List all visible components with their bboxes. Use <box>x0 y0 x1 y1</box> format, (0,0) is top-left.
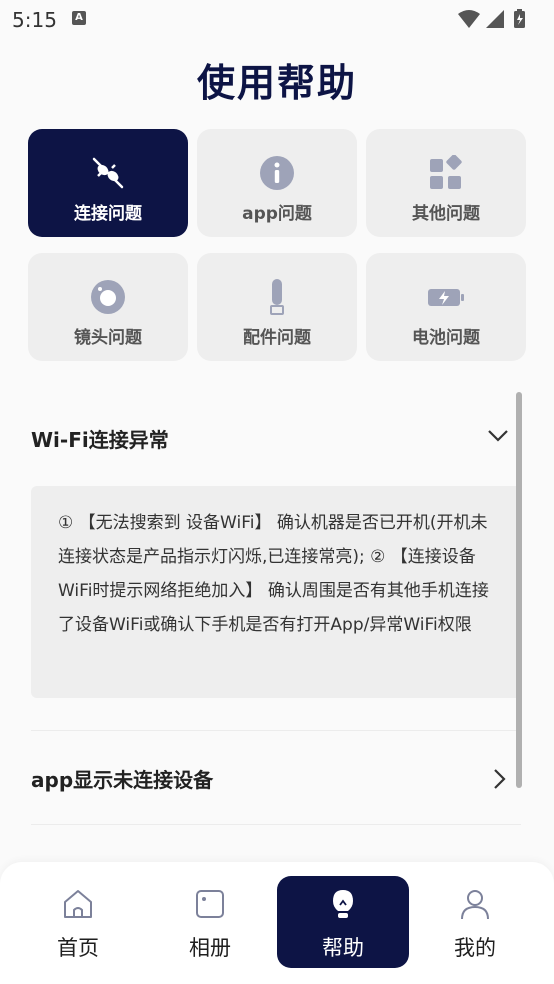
nav-label: 相册 <box>189 936 231 960</box>
category-connection[interactable]: 连接问题 <box>28 129 188 237</box>
page-title: 使用帮助 <box>196 61 357 105</box>
category-label: 电池问题 <box>412 328 480 348</box>
category-label: 连接问题 <box>74 204 142 224</box>
nav-label: 首页 <box>57 936 99 960</box>
notification-icon: A <box>72 11 86 25</box>
album-icon <box>194 888 226 920</box>
nav-label: 我的 <box>454 936 496 960</box>
nav-label: 帮助 <box>322 936 364 960</box>
category-battery[interactable]: 电池问题 <box>366 253 526 361</box>
scrollbar[interactable] <box>516 392 522 788</box>
status-icons <box>458 8 538 34</box>
category-lens[interactable]: 镜头问题 <box>28 253 188 361</box>
grid-icon <box>428 154 464 191</box>
battery-icon <box>514 9 525 28</box>
accessory-icon <box>259 279 295 315</box>
category-app[interactable]: app问题 <box>197 129 357 237</box>
nav-home[interactable]: 首页 <box>12 876 144 968</box>
info-icon <box>259 155 295 191</box>
divider <box>31 824 521 825</box>
profile-icon <box>459 888 491 920</box>
chevron-right-icon <box>493 768 507 794</box>
category-other[interactable]: 其他问题 <box>366 129 526 237</box>
chevron-down-icon <box>487 428 509 447</box>
status-bar: 5:15 A <box>0 0 554 40</box>
home-icon <box>62 888 94 920</box>
battery-icon <box>428 279 464 315</box>
category-label: 其他问题 <box>412 204 480 224</box>
nav-profile[interactable]: 我的 <box>409 876 541 968</box>
signal-icon <box>486 10 504 28</box>
status-time: 5:15 <box>12 8 57 32</box>
faq-item-not-connected[interactable]: app显示未连接设备 <box>31 764 521 792</box>
plug-icon <box>90 155 126 191</box>
category-accessory[interactable]: 配件问题 <box>197 253 357 361</box>
nav-help[interactable]: 帮助 <box>277 876 409 968</box>
nav-album[interactable]: 相册 <box>144 876 276 968</box>
divider <box>31 730 521 731</box>
faq-title: Wi-Fi连接异常 <box>31 428 169 452</box>
faq-item-wifi[interactable]: Wi-Fi连接异常 <box>31 424 521 452</box>
category-label: 配件问题 <box>243 328 311 348</box>
help-bulb-icon <box>327 888 359 920</box>
wifi-icon <box>458 10 480 28</box>
faq-title: app显示未连接设备 <box>31 768 214 792</box>
lens-icon <box>90 279 126 315</box>
category-label: app问题 <box>242 204 312 224</box>
faq-answer: ① 【无法搜索到 设备WiFi】 确认机器是否已开机(开机未连接状态是产品指示灯… <box>31 486 521 698</box>
category-label: 镜头问题 <box>74 328 142 348</box>
bottom-nav: 首页 相册 帮助 我的 <box>0 862 554 984</box>
